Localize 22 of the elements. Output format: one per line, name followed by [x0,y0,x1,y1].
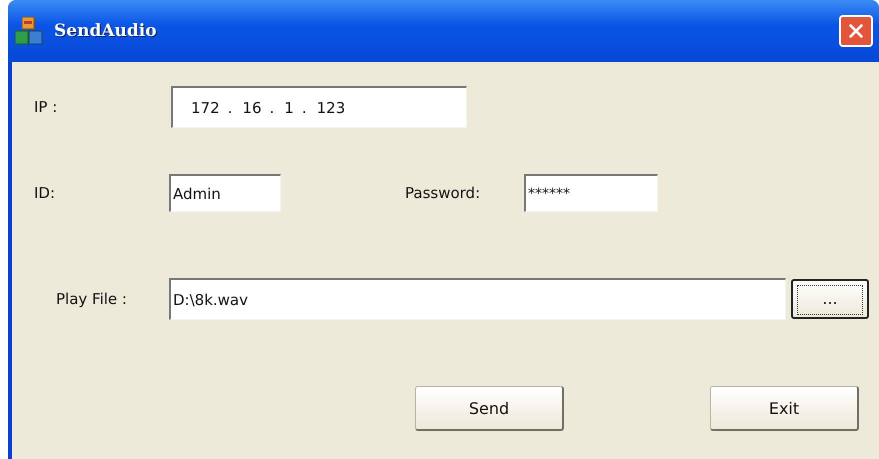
id-label: ID: [33,184,56,202]
ip-octet: 1 [284,98,294,116]
ip-label: IP : [33,98,58,116]
ip-octet: 172 [191,98,220,116]
ip-octet: 123 [316,98,346,116]
password-label: Password: [405,184,482,202]
close-icon [847,22,865,40]
id-field[interactable]: Admin [169,174,281,212]
ip-dot: . [228,98,232,116]
send-button[interactable]: Send [415,386,564,431]
window-title: SendAudio [54,21,158,41]
ip-dot: . [302,98,307,116]
ip-dot: . [270,98,274,116]
ip-address-field[interactable]: 172 . 16 . 1 . 123 [171,86,467,128]
exit-button[interactable]: Exit [710,386,859,431]
ip-octet: 16 [242,98,262,116]
file-path-field[interactable]: D:\8k.wav [169,278,786,320]
password-field[interactable]: ****** [524,174,658,212]
browse-button[interactable]: ... [791,279,869,319]
close-button[interactable] [839,15,873,47]
play-file-label: Play File : [55,290,128,308]
app-icon [14,17,44,45]
